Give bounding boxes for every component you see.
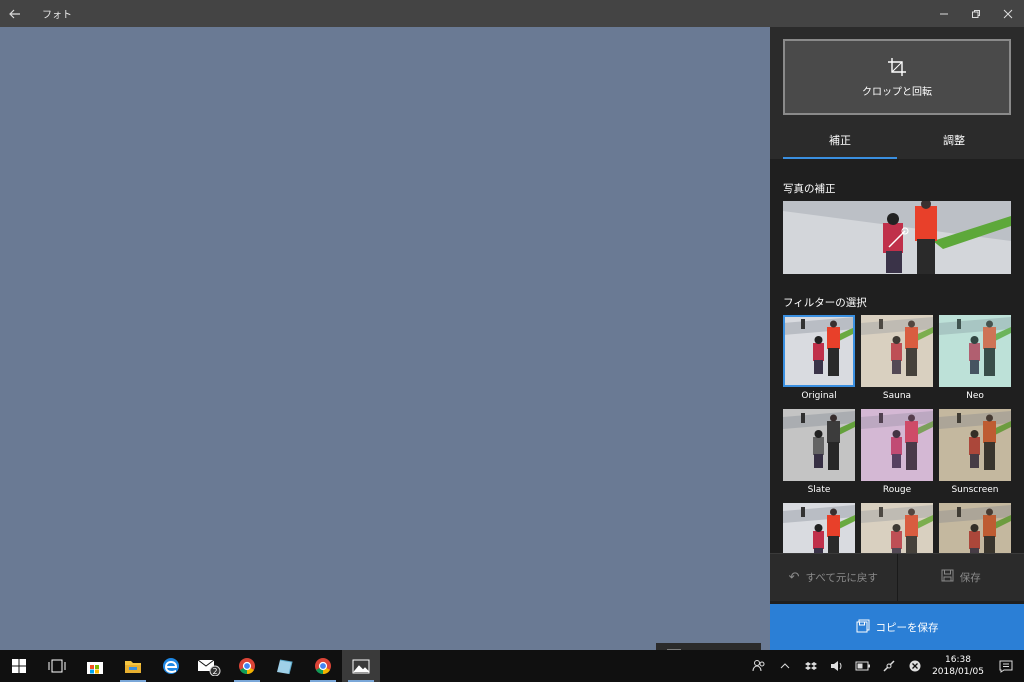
filter-thumbnail — [861, 315, 933, 387]
svg-text:2: 2 — [212, 667, 217, 676]
filter-thumbnail — [783, 409, 855, 481]
tab-enhance[interactable]: 補正 — [783, 127, 897, 159]
people-icon — [752, 660, 765, 672]
app-icon — [277, 659, 293, 675]
volume-icon — [831, 661, 842, 671]
battery-button[interactable] — [850, 650, 876, 682]
restore-icon — [972, 9, 980, 18]
show-hidden-icons-button[interactable] — [772, 650, 798, 682]
dropbox-icon — [805, 661, 817, 670]
crop-rotate-button[interactable]: クロップと回転 — [783, 39, 1011, 115]
close-button[interactable] — [992, 0, 1024, 27]
title-bar: フォト — [0, 0, 1024, 27]
store-button[interactable] — [76, 650, 114, 682]
photos-icon — [352, 659, 370, 673]
status-tray-icon[interactable] — [902, 650, 928, 682]
close-icon — [1003, 9, 1013, 18]
filter-thumbnail — [939, 315, 1011, 387]
clock[interactable]: 16:38 2018/01/05 — [928, 654, 988, 678]
filter-name: Rouge — [882, 485, 912, 495]
enhance-photo-thumbnail — [783, 201, 1011, 274]
back-arrow-icon — [9, 9, 20, 18]
enhance-photo-button[interactable] — [783, 201, 1011, 274]
network-button[interactable] — [876, 650, 902, 682]
photos-button[interactable] — [342, 650, 380, 682]
chevron-up-icon — [780, 663, 790, 669]
mail-button[interactable]: 2 — [190, 650, 228, 682]
filter-neo[interactable]: Neo — [939, 315, 1011, 401]
tab-adjust[interactable]: 調整 — [897, 127, 1011, 159]
edit-panel: クロップと回転 補正 調整 写真の補正 フィルターの選択 Original Sau… — [770, 27, 1024, 650]
filter-grid: Original Sauna Neo Slate Rouge Sunscreen — [783, 315, 1011, 553]
network-icon — [883, 660, 895, 672]
filter-thumbnail — [861, 503, 933, 553]
volume-button[interactable] — [824, 650, 850, 682]
start-button[interactable] — [0, 650, 38, 682]
chrome-icon-2 — [315, 658, 331, 675]
filter-name: Sauna — [882, 391, 912, 401]
clock-time: 16:38 — [945, 655, 971, 665]
save-label: 保存 — [959, 572, 981, 584]
filter-sunscreen[interactable]: Sunscreen — [939, 409, 1011, 495]
save-icon — [941, 569, 954, 586]
filters-section-label: フィルターの選択 — [783, 297, 867, 309]
clock-date: 2018/01/05 — [932, 667, 984, 677]
filter-item-8[interactable] — [939, 503, 1011, 553]
store-icon — [87, 662, 103, 674]
filter-sauna[interactable]: Sauna — [861, 315, 933, 401]
chrome-icon — [239, 658, 255, 675]
task-view-icon — [48, 659, 66, 673]
taskbar: 2 16:38 2018/01/05 — [0, 650, 1024, 682]
window-title: フォト — [42, 10, 72, 21]
save-copy-icon — [856, 619, 870, 636]
filter-thumbnail — [783, 503, 855, 553]
filter-thumbnail — [861, 409, 933, 481]
edge-icon — [163, 658, 179, 674]
save-copy-label: コピーを保存 — [875, 621, 939, 634]
minimize-icon — [940, 13, 948, 14]
edge-button[interactable] — [152, 650, 190, 682]
crop-rotate-label: クロップと回転 — [862, 86, 932, 98]
start-icon — [12, 659, 26, 673]
dropbox-tray-icon[interactable] — [798, 650, 824, 682]
people-button[interactable] — [746, 650, 772, 682]
filter-original[interactable]: Original — [783, 315, 855, 401]
task-view-button[interactable] — [38, 650, 76, 682]
back-button[interactable] — [0, 0, 30, 27]
image-canvas[interactable]: − + — [0, 27, 770, 669]
filter-slate[interactable]: Slate — [783, 409, 855, 495]
revert-all-label: すべて元に戻す — [805, 572, 878, 584]
chrome-button-2[interactable] — [304, 650, 342, 682]
save-button[interactable]: 保存 — [897, 554, 1024, 601]
app-button[interactable] — [266, 650, 304, 682]
filter-name: Original — [801, 391, 837, 401]
mail-icon: 2 — [197, 659, 221, 676]
filter-name: Sunscreen — [951, 485, 999, 495]
file-explorer-button[interactable] — [114, 650, 152, 682]
undo-icon: ↶ — [788, 570, 800, 585]
action-center-button[interactable] — [988, 650, 1024, 682]
file-explorer-icon — [125, 660, 141, 673]
filter-rouge[interactable]: Rouge — [861, 409, 933, 495]
filter-item-6[interactable] — [783, 503, 855, 553]
enhance-section-label: 写真の補正 — [783, 183, 836, 195]
filter-item-7[interactable] — [861, 503, 933, 553]
battery-icon — [855, 661, 870, 671]
notification-icon — [999, 660, 1013, 673]
x-circle-icon — [909, 660, 921, 672]
filter-name: Neo — [966, 391, 984, 401]
restore-button[interactable] — [960, 0, 992, 27]
filter-name: Slate — [807, 485, 831, 495]
save-copy-button[interactable]: コピーを保存 — [770, 604, 1024, 650]
filter-thumbnail — [939, 503, 1011, 553]
filter-thumbnail — [783, 315, 855, 387]
minimize-button[interactable] — [928, 0, 960, 27]
chrome-button[interactable] — [228, 650, 266, 682]
crop-icon — [888, 57, 906, 76]
revert-all-button[interactable]: ↶ すべて元に戻す — [770, 554, 898, 601]
filter-thumbnail — [939, 409, 1011, 481]
